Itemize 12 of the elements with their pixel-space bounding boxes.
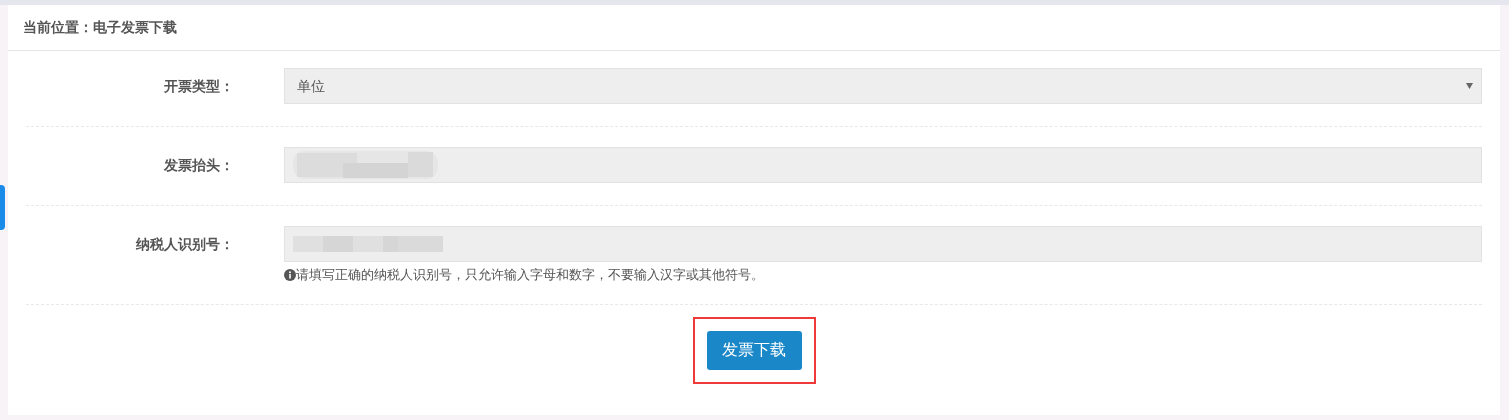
input-field[interactable] [284, 147, 1482, 183]
input-field[interactable] [284, 226, 1482, 262]
side-tab[interactable] [0, 185, 5, 230]
field-label: 纳税人识别号： [135, 234, 235, 254]
hint-text: 请填写正确的纳税人识别号，只允许输入字母和数字，不要输入汉字或其他符号。 [296, 266, 764, 284]
field-label: 发票抬头： [163, 155, 235, 175]
field-label: 开票类型： [163, 76, 235, 96]
type-select[interactable]: 单位 [284, 68, 1482, 104]
download-button[interactable]: 发票下载 [706, 330, 802, 370]
info-icon [284, 268, 296, 281]
caret-icon [1466, 83, 1473, 89]
breadcrumb: 当前位置：电子发票下载 [23, 18, 177, 37]
